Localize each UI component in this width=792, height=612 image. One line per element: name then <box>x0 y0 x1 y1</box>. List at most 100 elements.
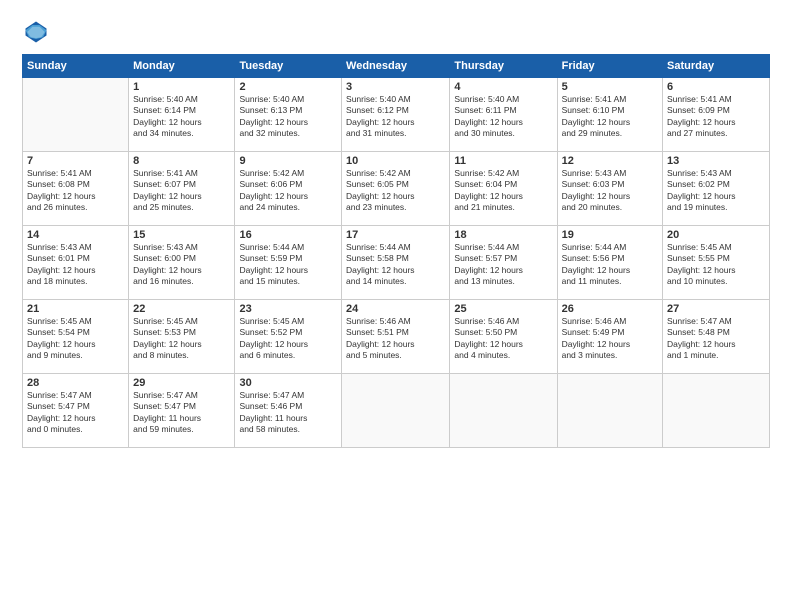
day-info: Sunrise: 5:43 AM Sunset: 6:00 PM Dayligh… <box>133 242 230 288</box>
calendar-cell: 9Sunrise: 5:42 AM Sunset: 6:06 PM Daylig… <box>235 152 342 226</box>
day-number: 13 <box>667 155 765 167</box>
day-number: 3 <box>346 81 445 93</box>
day-number: 10 <box>346 155 445 167</box>
calendar-cell: 10Sunrise: 5:42 AM Sunset: 6:05 PM Dayli… <box>342 152 450 226</box>
calendar-cell: 24Sunrise: 5:46 AM Sunset: 5:51 PM Dayli… <box>342 300 450 374</box>
calendar-cell: 20Sunrise: 5:45 AM Sunset: 5:55 PM Dayli… <box>663 226 770 300</box>
day-number: 9 <box>239 155 337 167</box>
calendar-cell: 1Sunrise: 5:40 AM Sunset: 6:14 PM Daylig… <box>129 78 235 152</box>
calendar-cell <box>450 374 557 448</box>
calendar-cell <box>342 374 450 448</box>
week-row-2: 7Sunrise: 5:41 AM Sunset: 6:08 PM Daylig… <box>23 152 770 226</box>
day-info: Sunrise: 5:45 AM Sunset: 5:52 PM Dayligh… <box>239 316 337 362</box>
day-info: Sunrise: 5:47 AM Sunset: 5:47 PM Dayligh… <box>27 390 124 436</box>
day-info: Sunrise: 5:41 AM Sunset: 6:07 PM Dayligh… <box>133 168 230 214</box>
calendar-cell: 16Sunrise: 5:44 AM Sunset: 5:59 PM Dayli… <box>235 226 342 300</box>
calendar-cell: 29Sunrise: 5:47 AM Sunset: 5:47 PM Dayli… <box>129 374 235 448</box>
day-info: Sunrise: 5:47 AM Sunset: 5:47 PM Dayligh… <box>133 390 230 436</box>
day-info: Sunrise: 5:46 AM Sunset: 5:50 PM Dayligh… <box>454 316 552 362</box>
day-info: Sunrise: 5:47 AM Sunset: 5:48 PM Dayligh… <box>667 316 765 362</box>
day-info: Sunrise: 5:40 AM Sunset: 6:13 PM Dayligh… <box>239 94 337 140</box>
calendar-cell: 17Sunrise: 5:44 AM Sunset: 5:58 PM Dayli… <box>342 226 450 300</box>
day-info: Sunrise: 5:41 AM Sunset: 6:08 PM Dayligh… <box>27 168 124 214</box>
day-info: Sunrise: 5:42 AM Sunset: 6:06 PM Dayligh… <box>239 168 337 214</box>
calendar-cell: 21Sunrise: 5:45 AM Sunset: 5:54 PM Dayli… <box>23 300 129 374</box>
calendar-cell: 3Sunrise: 5:40 AM Sunset: 6:12 PM Daylig… <box>342 78 450 152</box>
weekday-saturday: Saturday <box>663 55 770 78</box>
calendar-cell <box>23 78 129 152</box>
day-number: 6 <box>667 81 765 93</box>
header <box>22 18 770 46</box>
day-number: 19 <box>562 229 658 241</box>
day-number: 11 <box>454 155 552 167</box>
day-info: Sunrise: 5:44 AM Sunset: 5:56 PM Dayligh… <box>562 242 658 288</box>
weekday-sunday: Sunday <box>23 55 129 78</box>
day-info: Sunrise: 5:46 AM Sunset: 5:51 PM Dayligh… <box>346 316 445 362</box>
week-row-3: 14Sunrise: 5:43 AM Sunset: 6:01 PM Dayli… <box>23 226 770 300</box>
calendar-cell: 26Sunrise: 5:46 AM Sunset: 5:49 PM Dayli… <box>557 300 662 374</box>
day-info: Sunrise: 5:44 AM Sunset: 5:58 PM Dayligh… <box>346 242 445 288</box>
day-number: 27 <box>667 303 765 315</box>
day-number: 5 <box>562 81 658 93</box>
day-info: Sunrise: 5:42 AM Sunset: 6:05 PM Dayligh… <box>346 168 445 214</box>
day-number: 15 <box>133 229 230 241</box>
day-number: 28 <box>27 377 124 389</box>
calendar-cell: 12Sunrise: 5:43 AM Sunset: 6:03 PM Dayli… <box>557 152 662 226</box>
day-info: Sunrise: 5:41 AM Sunset: 6:09 PM Dayligh… <box>667 94 765 140</box>
day-number: 30 <box>239 377 337 389</box>
day-info: Sunrise: 5:45 AM Sunset: 5:54 PM Dayligh… <box>27 316 124 362</box>
calendar-cell: 14Sunrise: 5:43 AM Sunset: 6:01 PM Dayli… <box>23 226 129 300</box>
calendar-cell: 11Sunrise: 5:42 AM Sunset: 6:04 PM Dayli… <box>450 152 557 226</box>
week-row-5: 28Sunrise: 5:47 AM Sunset: 5:47 PM Dayli… <box>23 374 770 448</box>
weekday-wednesday: Wednesday <box>342 55 450 78</box>
calendar-cell: 13Sunrise: 5:43 AM Sunset: 6:02 PM Dayli… <box>663 152 770 226</box>
logo <box>22 18 54 46</box>
day-number: 8 <box>133 155 230 167</box>
calendar-cell: 6Sunrise: 5:41 AM Sunset: 6:09 PM Daylig… <box>663 78 770 152</box>
calendar-cell: 15Sunrise: 5:43 AM Sunset: 6:00 PM Dayli… <box>129 226 235 300</box>
day-number: 7 <box>27 155 124 167</box>
calendar-cell: 28Sunrise: 5:47 AM Sunset: 5:47 PM Dayli… <box>23 374 129 448</box>
calendar-cell: 7Sunrise: 5:41 AM Sunset: 6:08 PM Daylig… <box>23 152 129 226</box>
week-row-4: 21Sunrise: 5:45 AM Sunset: 5:54 PM Dayli… <box>23 300 770 374</box>
day-number: 4 <box>454 81 552 93</box>
day-info: Sunrise: 5:41 AM Sunset: 6:10 PM Dayligh… <box>562 94 658 140</box>
calendar-cell: 22Sunrise: 5:45 AM Sunset: 5:53 PM Dayli… <box>129 300 235 374</box>
calendar-cell <box>663 374 770 448</box>
page: SundayMondayTuesdayWednesdayThursdayFrid… <box>0 0 792 612</box>
weekday-tuesday: Tuesday <box>235 55 342 78</box>
day-number: 17 <box>346 229 445 241</box>
calendar-table: SundayMondayTuesdayWednesdayThursdayFrid… <box>22 54 770 448</box>
calendar-cell: 8Sunrise: 5:41 AM Sunset: 6:07 PM Daylig… <box>129 152 235 226</box>
calendar-cell: 5Sunrise: 5:41 AM Sunset: 6:10 PM Daylig… <box>557 78 662 152</box>
calendar-cell: 25Sunrise: 5:46 AM Sunset: 5:50 PM Dayli… <box>450 300 557 374</box>
weekday-header-row: SundayMondayTuesdayWednesdayThursdayFrid… <box>23 55 770 78</box>
day-info: Sunrise: 5:46 AM Sunset: 5:49 PM Dayligh… <box>562 316 658 362</box>
calendar-cell: 30Sunrise: 5:47 AM Sunset: 5:46 PM Dayli… <box>235 374 342 448</box>
calendar-cell: 2Sunrise: 5:40 AM Sunset: 6:13 PM Daylig… <box>235 78 342 152</box>
day-number: 23 <box>239 303 337 315</box>
day-info: Sunrise: 5:43 AM Sunset: 6:03 PM Dayligh… <box>562 168 658 214</box>
day-number: 24 <box>346 303 445 315</box>
day-info: Sunrise: 5:47 AM Sunset: 5:46 PM Dayligh… <box>239 390 337 436</box>
day-number: 20 <box>667 229 765 241</box>
day-number: 16 <box>239 229 337 241</box>
day-info: Sunrise: 5:42 AM Sunset: 6:04 PM Dayligh… <box>454 168 552 214</box>
week-row-1: 1Sunrise: 5:40 AM Sunset: 6:14 PM Daylig… <box>23 78 770 152</box>
day-info: Sunrise: 5:43 AM Sunset: 6:01 PM Dayligh… <box>27 242 124 288</box>
day-info: Sunrise: 5:44 AM Sunset: 5:59 PM Dayligh… <box>239 242 337 288</box>
day-number: 29 <box>133 377 230 389</box>
day-info: Sunrise: 5:45 AM Sunset: 5:53 PM Dayligh… <box>133 316 230 362</box>
day-number: 18 <box>454 229 552 241</box>
weekday-thursday: Thursday <box>450 55 557 78</box>
day-number: 25 <box>454 303 552 315</box>
day-info: Sunrise: 5:44 AM Sunset: 5:57 PM Dayligh… <box>454 242 552 288</box>
day-number: 12 <box>562 155 658 167</box>
day-info: Sunrise: 5:40 AM Sunset: 6:12 PM Dayligh… <box>346 94 445 140</box>
calendar-cell: 27Sunrise: 5:47 AM Sunset: 5:48 PM Dayli… <box>663 300 770 374</box>
calendar-cell: 23Sunrise: 5:45 AM Sunset: 5:52 PM Dayli… <box>235 300 342 374</box>
day-info: Sunrise: 5:40 AM Sunset: 6:14 PM Dayligh… <box>133 94 230 140</box>
day-number: 21 <box>27 303 124 315</box>
day-info: Sunrise: 5:45 AM Sunset: 5:55 PM Dayligh… <box>667 242 765 288</box>
day-number: 2 <box>239 81 337 93</box>
